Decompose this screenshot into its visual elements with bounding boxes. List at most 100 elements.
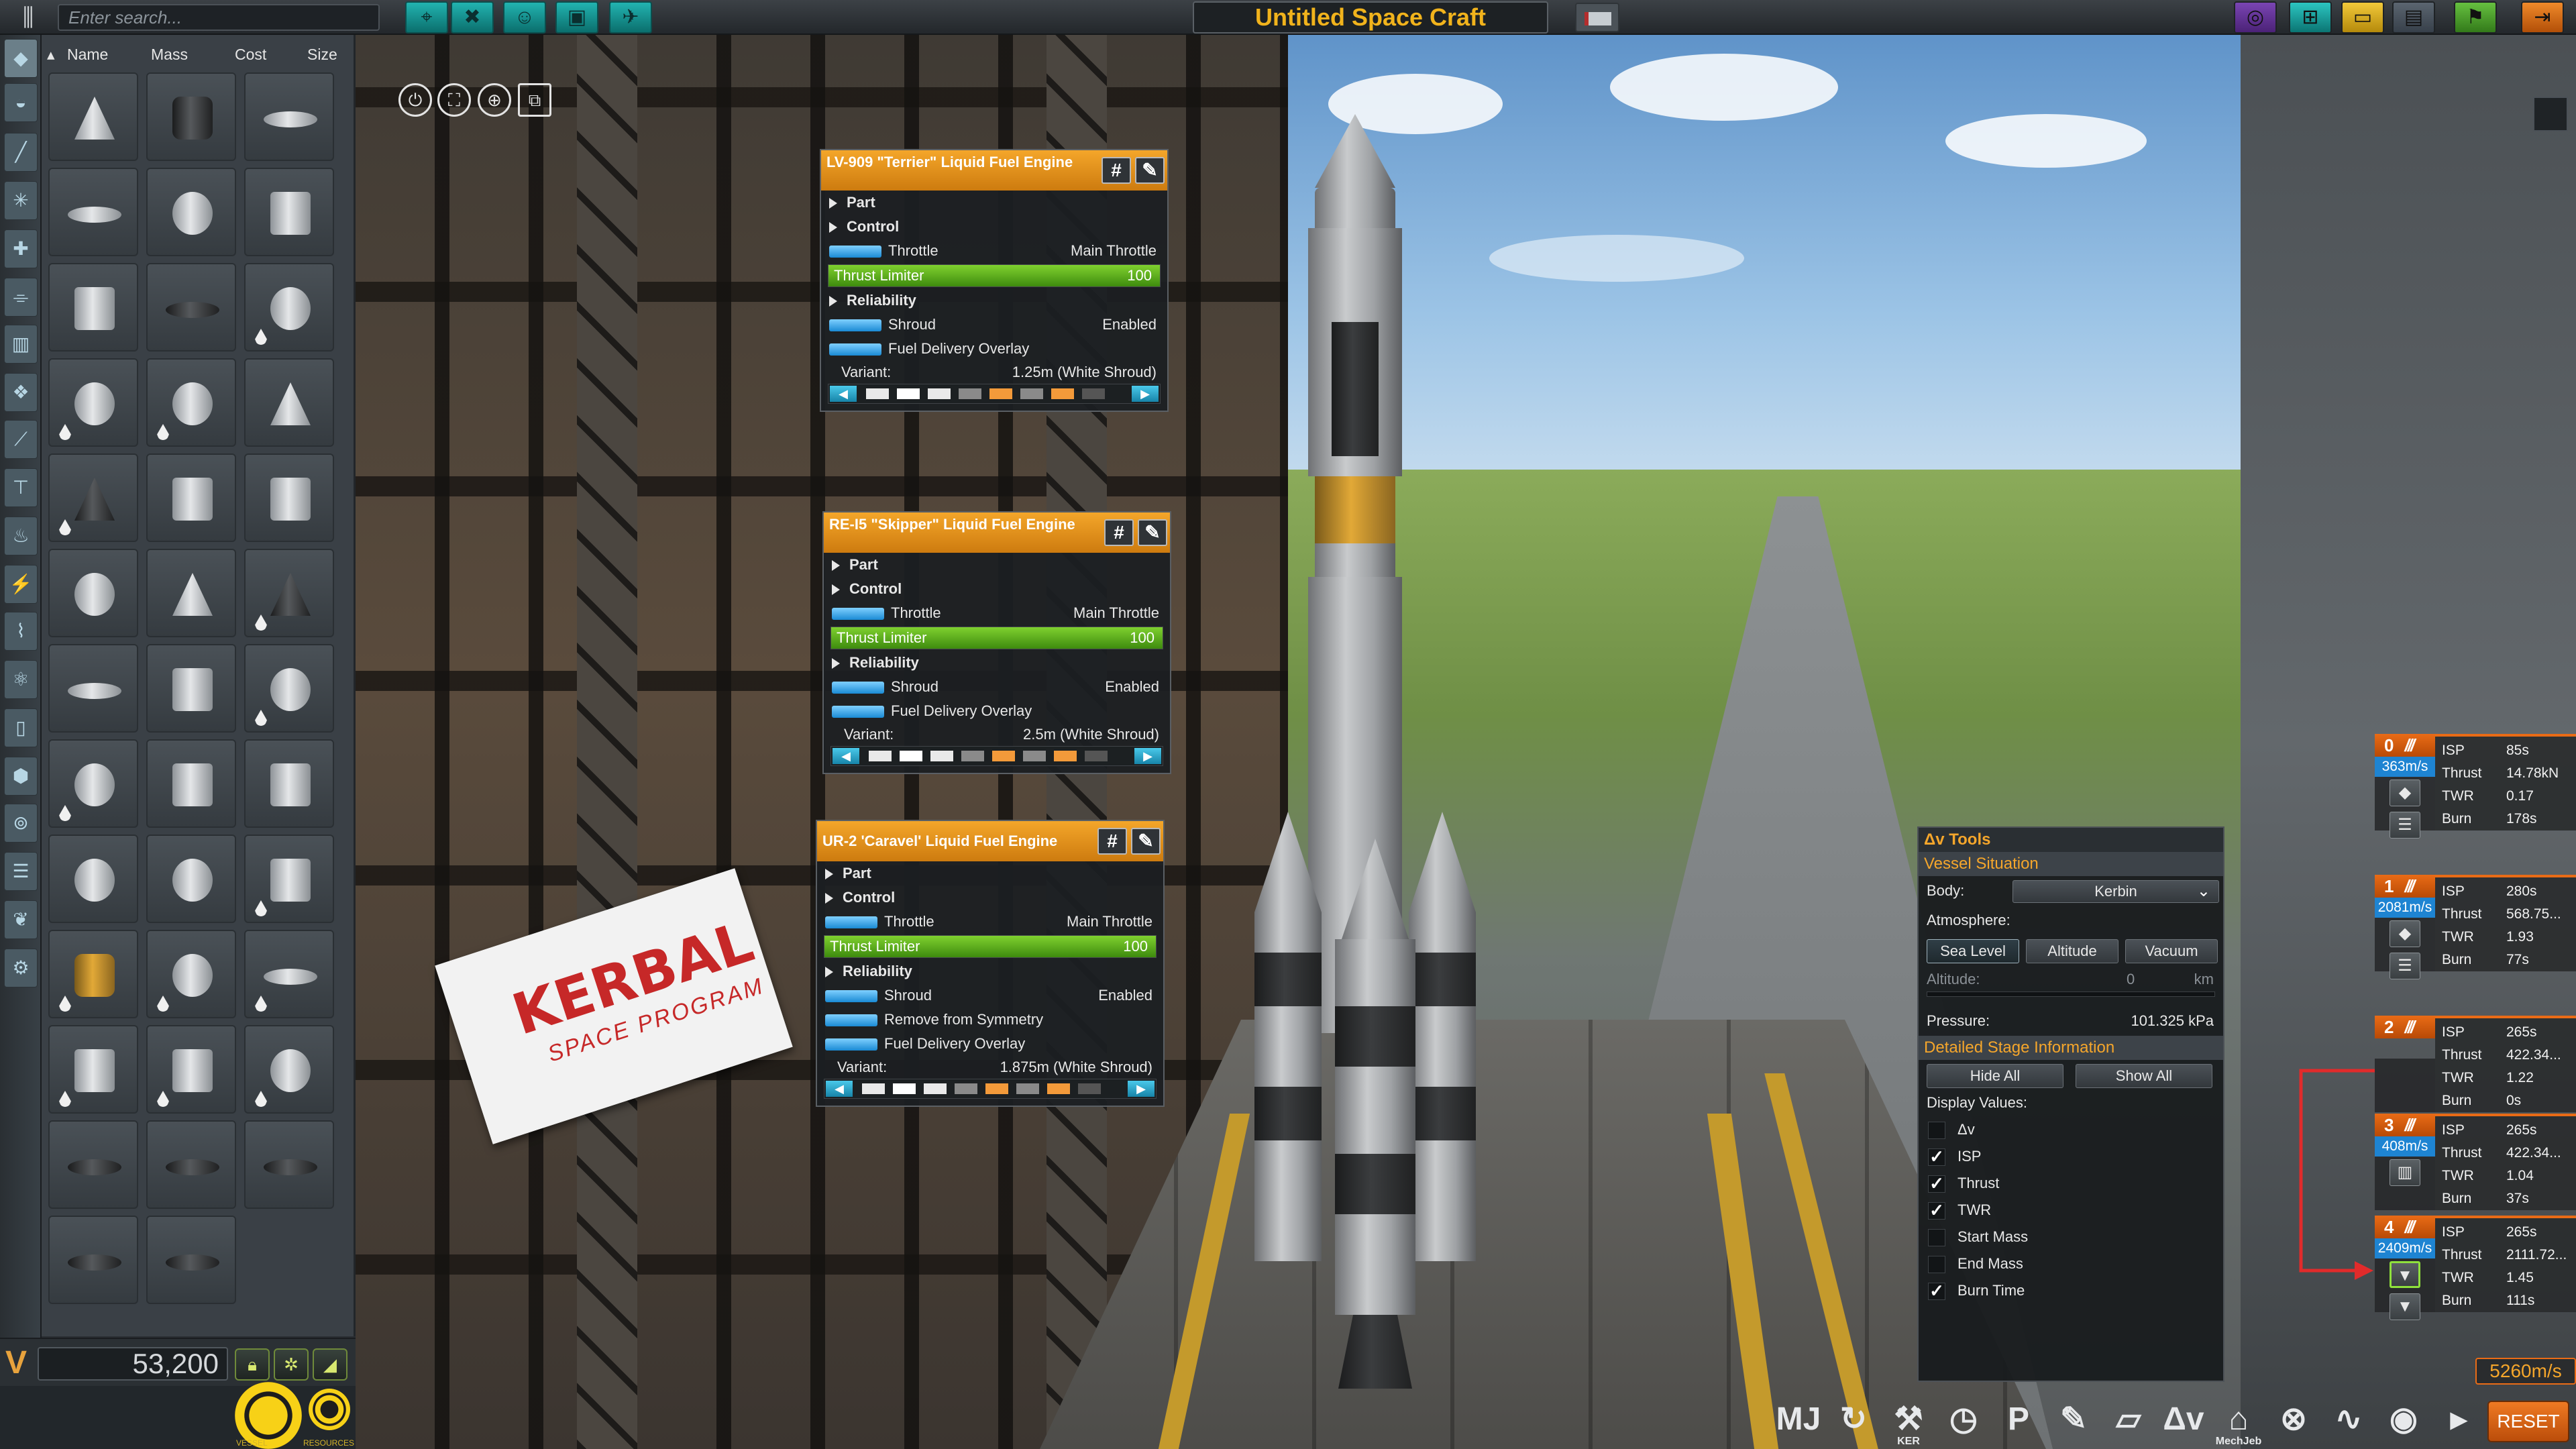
stage-number[interactable]: 0 /// — [2375, 734, 2435, 757]
variant-swatch[interactable] — [928, 388, 951, 399]
part-tile[interactable] — [48, 739, 138, 828]
variant-next-icon[interactable]: ▶ — [1128, 1081, 1155, 1097]
new-craft-icon[interactable]: ⊞ — [2289, 1, 2332, 34]
part-tile[interactable] — [146, 930, 236, 1018]
delta-v-icon[interactable]: Δv — [2156, 1393, 2211, 1449]
mechjeb-icon[interactable]: MJ — [1771, 1393, 1826, 1449]
parts-search-input[interactable] — [58, 4, 380, 31]
part-tile[interactable] — [146, 549, 236, 637]
detailed-stage-info-header[interactable]: Detailed Stage Information — [1919, 1036, 2223, 1060]
launch-icon[interactable]: ⚑ — [2454, 1, 2497, 34]
part-tile[interactable] — [244, 835, 334, 923]
stage-2[interactable]: 2 /// ISP 265s Thrust 422.34... TWR 1.22 Burn 0s — [2375, 1016, 2576, 1114]
part-tile[interactable] — [146, 1216, 236, 1304]
altitude-slider[interactable] — [1927, 991, 2215, 997]
variant-swatch[interactable] — [1082, 388, 1105, 399]
engineer-icon[interactable]: ✈ — [609, 1, 652, 34]
craft-name-field[interactable]: Untitled Space Craft — [1193, 1, 1548, 34]
angle-snap-icon[interactable]: ◢ — [313, 1348, 347, 1381]
hash-icon[interactable]: # — [1104, 519, 1134, 546]
robotics-icon[interactable]: ⊚ — [4, 804, 38, 843]
resources-icon[interactable] — [309, 1389, 350, 1430]
mechjeb-hat-icon[interactable]: ⌂ MechJeb — [2211, 1393, 2266, 1449]
variant-swatch[interactable] — [955, 1083, 977, 1094]
pin-icon[interactable]: ✎ — [1135, 157, 1165, 184]
paw-title[interactable]: LV-909 "Terrier" Liquid Fuel Engine # ✎ — [821, 150, 1167, 191]
kspedia-icon[interactable]: ◎ — [2234, 1, 2277, 34]
paw-fold-control[interactable]: Control — [824, 577, 1170, 601]
part-tile[interactable] — [146, 72, 236, 161]
cargo-icon[interactable]: ▯ — [4, 708, 38, 747]
app-launcher-grid-icon[interactable] — [2533, 97, 2568, 131]
thrust-limiter-slider[interactable]: Thrust Limiter 100 — [828, 264, 1161, 287]
part-tile[interactable] — [146, 358, 236, 447]
variant-swatch[interactable] — [1054, 751, 1077, 761]
part-tile[interactable] — [48, 358, 138, 447]
hash-icon[interactable]: # — [1097, 828, 1127, 855]
variant-swatch[interactable] — [1085, 751, 1108, 761]
variant-next-icon[interactable]: ▶ — [1132, 386, 1159, 402]
stage-3[interactable]: 3 ///408m/s ▥ ISP 265s Thrust 422.34... TWR 1.04… — [2375, 1114, 2576, 1212]
part-tile[interactable] — [48, 168, 138, 256]
part-tile[interactable] — [48, 72, 138, 161]
variant-swatch[interactable] — [869, 751, 892, 761]
thermal-icon[interactable]: ♨ — [4, 517, 38, 555]
stage-number[interactable]: 4 /// — [2375, 1216, 2435, 1238]
parachute-icon[interactable]: ☰ — [2390, 953, 2420, 979]
checkbox-empty-icon[interactable] — [1928, 1229, 1945, 1246]
part-tile[interactable] — [146, 1120, 236, 1209]
lock-icon[interactable]: 🔒︎ — [235, 1348, 270, 1381]
altitude-value[interactable]: 0 — [2127, 965, 2135, 994]
wrench-icon[interactable]: ✎ — [2046, 1393, 2101, 1449]
menu-toggle-icon[interactable]: ⫼ — [5, 4, 51, 31]
variant-swatch[interactable] — [1020, 388, 1043, 399]
variant-swatch[interactable] — [900, 751, 922, 761]
editor-icon[interactable]: ▱ — [2101, 1393, 2156, 1449]
part-tile[interactable] — [48, 1216, 138, 1304]
reset-button[interactable]: RESET — [2487, 1401, 2569, 1442]
variant-swatch[interactable] — [930, 751, 953, 761]
variant-swatch[interactable] — [897, 388, 920, 399]
part-tile[interactable] — [48, 549, 138, 637]
craft-name[interactable]: Untitled Space Craft — [1194, 3, 1547, 32]
stage-0[interactable]: 0///363m/s ◆ ☰ ISP 85s Thrust 14.78kN TWR 0.17 Bu… — [2375, 734, 2576, 839]
part-tile[interactable] — [48, 644, 138, 733]
part-tile[interactable] — [244, 644, 334, 733]
parking-icon[interactable]: P — [1991, 1393, 2046, 1449]
sea-level-button[interactable]: Sea Level — [1927, 939, 2019, 963]
toggle-button[interactable] — [829, 319, 881, 331]
part-tile[interactable] — [48, 453, 138, 542]
rotate-tool-icon[interactable]: ⊕ — [478, 83, 511, 117]
part-tile[interactable] — [146, 835, 236, 923]
paw-fold-reliability[interactable]: Reliability — [817, 959, 1163, 983]
variant-prev-icon[interactable]: ◀ — [826, 1081, 853, 1097]
toggle-button[interactable] — [829, 246, 881, 258]
decoupler-icon[interactable]: ◆ — [2390, 780, 2420, 806]
structural-icon[interactable]: ⌯ — [4, 278, 38, 317]
part-tile[interactable] — [244, 1120, 334, 1209]
paw-title[interactable]: RE-I5 "Skipper" Liquid Fuel Engine # ✎ — [824, 513, 1170, 553]
paw-fold-part[interactable]: Part — [817, 861, 1163, 885]
show-all-button[interactable]: Show All — [2076, 1064, 2212, 1088]
sort-by-mass[interactable]: Mass — [151, 46, 188, 64]
cargo-icon[interactable]: ▣ — [555, 1, 598, 34]
paw-fold-reliability[interactable]: Reliability — [824, 651, 1170, 675]
dv-tools-title[interactable]: Δv Tools — [1919, 828, 2223, 852]
ground-icon[interactable]: ⊤ — [4, 468, 38, 507]
checkbox-checked-icon[interactable]: ✓ — [1928, 1282, 1945, 1300]
paw-title[interactable]: UR-2 'Caravel' Liquid Fuel Engine # ✎ — [817, 821, 1163, 861]
part-tile[interactable] — [48, 930, 138, 1018]
stage-number[interactable]: 2 /// — [2375, 1016, 2435, 1038]
toggle-button[interactable] — [832, 706, 884, 718]
action-groups-icon[interactable]: ✖ — [451, 1, 494, 34]
stage-number[interactable]: 1 /// — [2375, 875, 2435, 898]
toggle-button[interactable] — [825, 1014, 877, 1026]
checkbox-empty-icon[interactable] — [1928, 1256, 1945, 1273]
ker-icon[interactable]: ⚒ KER — [1881, 1393, 1936, 1449]
part-tile[interactable] — [244, 549, 334, 637]
eva-icon[interactable]: ☰ — [4, 852, 38, 891]
variant-swatch[interactable] — [1047, 1083, 1070, 1094]
part-tile[interactable] — [244, 1025, 334, 1114]
checkbox-checked-icon[interactable]: ✓ — [1928, 1148, 1945, 1166]
engines-icon[interactable]: ✳ — [4, 181, 38, 220]
